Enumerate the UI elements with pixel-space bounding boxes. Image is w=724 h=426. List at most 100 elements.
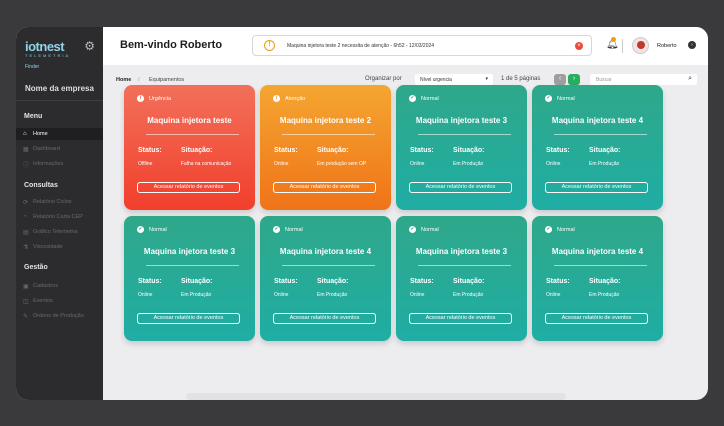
level-label: Normal — [285, 226, 303, 233]
situation-value: Em produção sem OP — [317, 161, 367, 167]
sidebar-item-dashboard[interactable]: ▦ Dashboard — [16, 143, 103, 155]
situation-value: Falha na comunicação — [181, 161, 232, 167]
events-report-button[interactable]: Acessar relatório de eventos — [273, 182, 376, 193]
card-title: Maquina injetora teste 4 — [279, 247, 372, 256]
info-icon: i — [137, 95, 144, 102]
card-title: Maquina injetora teste — [147, 116, 232, 125]
level-badge: ✓ Normal — [137, 226, 167, 233]
status-value: Online — [274, 292, 289, 298]
situation-label: Situação: — [589, 278, 621, 285]
search-placeholder: Buscar — [596, 77, 612, 83]
equipment-card[interactable]: ✓ Normal Maquina injetora teste 3 Status: Si… — [396, 85, 527, 210]
logo-caption: Finder — [25, 64, 40, 70]
status-value: Online — [546, 161, 561, 167]
logo: iotnest TELEMETRIA ⚙ — [25, 39, 95, 67]
breadcrumb-home[interactable]: Home — [116, 77, 131, 83]
events-report-button[interactable]: Acessar relatório de eventos — [545, 182, 648, 193]
sidebar-item-label: Eventos — [33, 298, 53, 304]
level-badge: ✓ Normal — [409, 226, 439, 233]
check-icon: ✓ — [409, 95, 416, 102]
events-report-button[interactable]: Acessar relatório de eventos — [409, 313, 512, 324]
status-value: Online — [138, 292, 153, 298]
sidebar-item-label: Relatório Carta CEP — [33, 214, 83, 220]
next-page-button[interactable]: › — [568, 74, 580, 85]
sidebar-item-cadastros[interactable]: ▣ Cadastros — [16, 280, 103, 292]
level-label: Normal — [557, 226, 575, 233]
situation-value: Em Produção — [181, 292, 212, 298]
cycle-report-icon: ⟳ — [23, 199, 29, 206]
chevron-down-icon[interactable]: › — [688, 41, 696, 49]
section-title-gestao: Gestão — [24, 264, 48, 271]
card-title: Maquina injetora teste 4 — [551, 247, 644, 256]
sidebar-item-home[interactable]: ⌂ Home — [16, 128, 103, 140]
sort-value: Nível urgencia — [420, 77, 452, 83]
divider — [554, 134, 647, 135]
sidebar-item-viscosidade[interactable]: ⚗ Viscosidade — [16, 241, 103, 253]
sort-select[interactable]: Nível urgencia ▾ — [415, 74, 493, 85]
status-label: Status: — [274, 278, 298, 285]
equipment-card[interactable]: ✓ Normal Maquina injetora teste 3 Status: Si… — [124, 216, 255, 341]
production-orders-icon: ✎ — [23, 313, 29, 320]
close-icon[interactable]: × — [575, 42, 583, 50]
events-report-button[interactable]: Acessar relatório de eventos — [545, 313, 648, 324]
events-icon: ◫ — [23, 298, 29, 305]
section-title-menu: Menu — [24, 113, 43, 120]
situation-value: Em Produção — [453, 161, 484, 167]
sidebar-item-label: Informações — [33, 161, 64, 167]
status-label: Status: — [138, 278, 162, 285]
logo-subtitle: TELEMETRIA — [25, 53, 71, 58]
level-badge: ✓ Normal — [273, 226, 303, 233]
events-report-button[interactable]: Acessar relatório de eventos — [409, 182, 512, 193]
equipment-card[interactable]: ✓ Normal Maquina injetora teste 4 Status: Si… — [532, 216, 663, 341]
status-label: Status: — [546, 147, 570, 154]
avatar[interactable] — [632, 37, 649, 54]
telemetry-chart-icon: ▤ — [23, 229, 29, 236]
registers-icon: ▣ — [23, 283, 29, 290]
status-value: Offline — [138, 161, 153, 167]
check-icon: ✓ — [545, 95, 552, 102]
status-label: Status: — [546, 278, 570, 285]
status-value: Online — [410, 292, 425, 298]
situation-value: Em Produção — [453, 292, 484, 298]
home-icon: ⌂ — [23, 131, 27, 137]
events-report-button[interactable]: Acessar relatório de eventos — [137, 313, 240, 324]
sidebar-item-gr-fico-telemetria[interactable]: ▤ Gráfico Telemetria — [16, 226, 103, 238]
level-label: Normal — [557, 95, 575, 102]
alert-banner[interactable]: ! Maquina injetora teste 2 necessita de … — [252, 35, 592, 56]
situation-label: Situação: — [181, 278, 213, 285]
sidebar-item-relat-rio-carta-cep[interactable]: ◔ Relatório Carta CEP — [16, 211, 103, 223]
status-value: Online — [410, 161, 425, 167]
breadcrumb-separator: / — [138, 77, 140, 83]
footer-shadow — [186, 393, 566, 400]
equipment-card[interactable]: ✓ Normal Maquina injetora teste 3 Status: Si… — [396, 216, 527, 341]
status-label: Status: — [138, 147, 162, 154]
equipment-card[interactable]: ✓ Normal Maquina injetora teste 4 Status: Si… — [532, 85, 663, 210]
divider — [622, 39, 623, 53]
search-icon: ⌕ — [688, 75, 692, 82]
events-report-button[interactable]: Acessar relatório de eventos — [273, 313, 376, 324]
user-name[interactable]: Roberto — [657, 43, 677, 49]
situation-label: Situação: — [589, 147, 621, 154]
info-icon: i — [273, 95, 280, 102]
situation-label: Situação: — [453, 147, 485, 154]
equipment-card[interactable]: i Atenção Maquina injetora teste 2 Status: S… — [260, 85, 391, 210]
prev-page-button[interactable]: ‹ — [554, 74, 566, 85]
divider — [146, 134, 239, 135]
divider — [282, 265, 375, 266]
sidebar-item-informa-es[interactable]: ⓘ Informações — [16, 158, 103, 170]
equipment-card[interactable]: ✓ Normal Maquina injetora teste 4 Status: Si… — [260, 216, 391, 341]
situation-label: Situação: — [453, 278, 485, 285]
events-report-button[interactable]: Acessar relatório de eventos — [137, 182, 240, 193]
situation-value: Em Produção — [589, 292, 620, 298]
level-badge: ✓ Normal — [409, 95, 439, 102]
search-input[interactable]: Buscar ⌕ — [590, 74, 697, 85]
sidebar-item-eventos[interactable]: ◫ Eventos — [16, 295, 103, 307]
sidebar-item-ordens-de-produ-o[interactable]: ✎ Ordens de Produção — [16, 310, 103, 322]
sidebar-item-label: Viscosidade — [33, 244, 63, 250]
divider — [282, 134, 375, 135]
equipment-card[interactable]: i Urgência Maquina injetora teste Status: Si… — [124, 85, 255, 210]
level-label: Normal — [421, 226, 439, 233]
sort-label: Organizar por — [365, 76, 402, 82]
sidebar-item-relat-rio-ciclos[interactable]: ⟳ Relatório Ciclos — [16, 196, 103, 208]
cep-chart-report-icon: ◔ — [23, 214, 27, 220]
